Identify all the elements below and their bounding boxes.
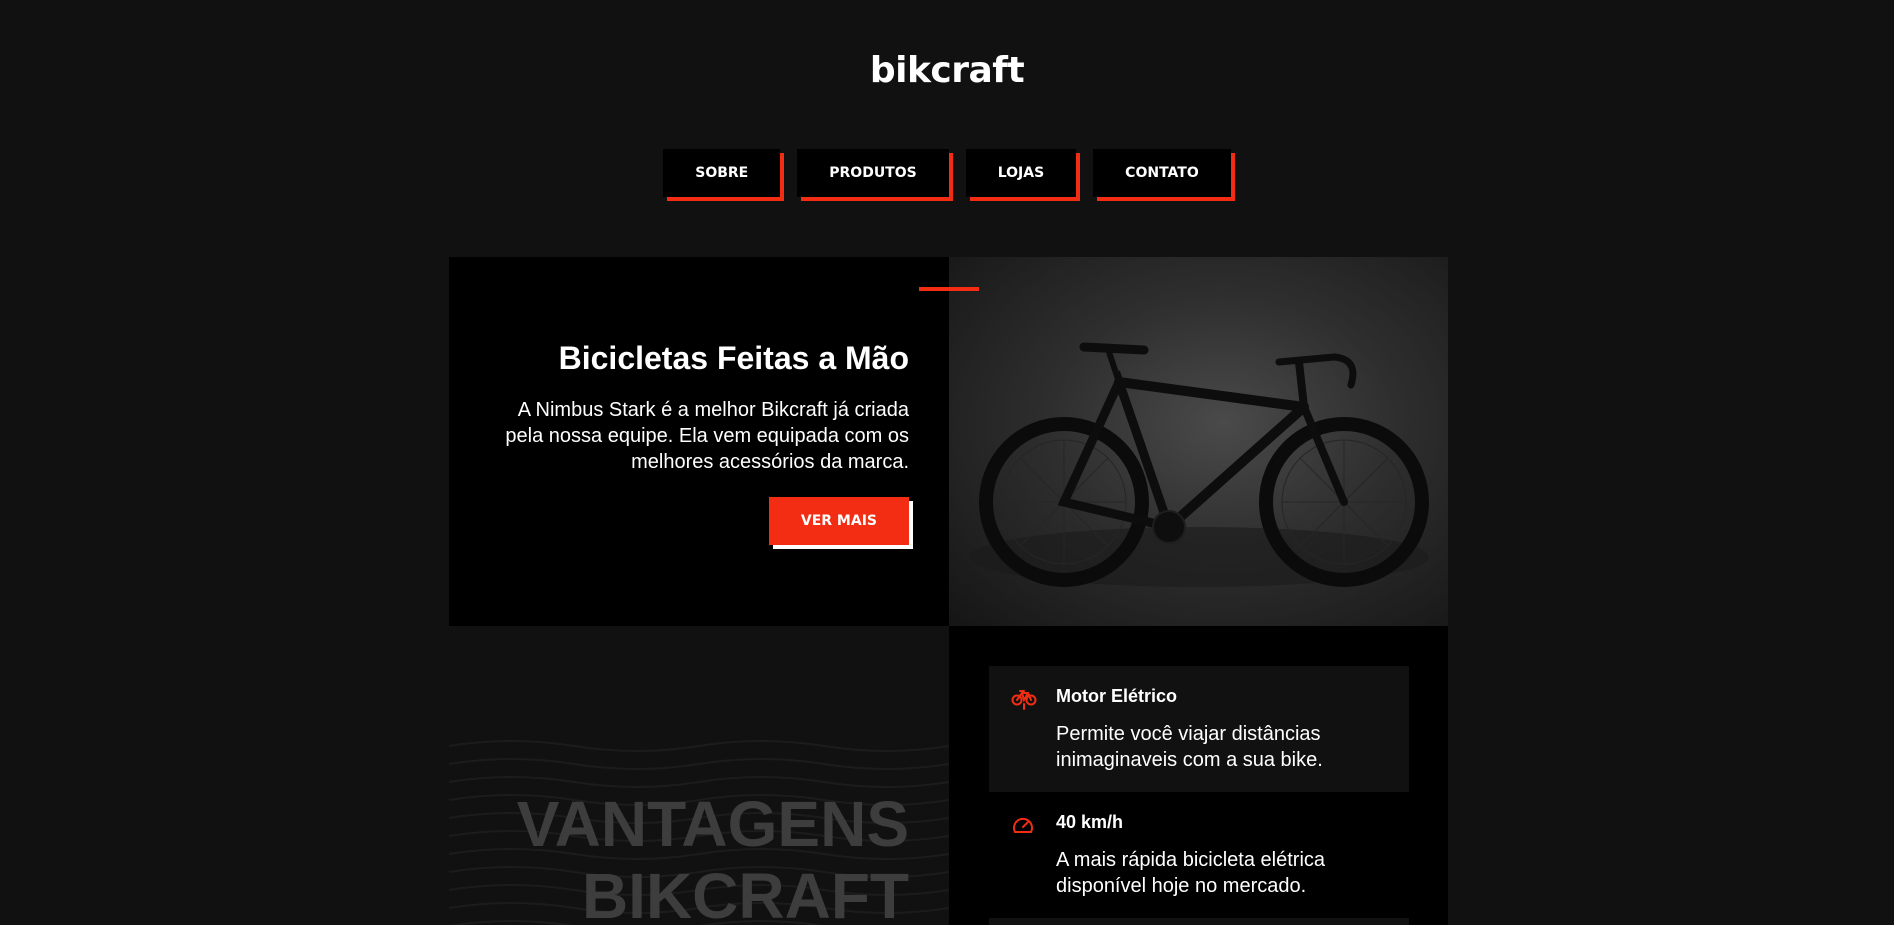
- advantages-title-line2: BIKCRAFT: [581, 860, 909, 925]
- advantage-description: Permite você viajar distâncias inimagina…: [1056, 723, 1323, 771]
- advantages-list: Motor Elétrico Permite você viajar distâ…: [949, 626, 1448, 925]
- bicycle-illustration: [969, 342, 1429, 587]
- hero-accent-line: [919, 287, 979, 291]
- bicycle-photo: [949, 257, 1448, 626]
- advantages-heading-panel: VANTAGENS BIKCRAFT: [449, 626, 949, 925]
- hero-text-panel: Bicicletas Feitas a Mão A Nimbus Stark é…: [449, 257, 979, 626]
- hero-title: Bicicletas Feitas a Mão: [558, 340, 909, 376]
- main-nav: SOBRE PRODUTOS LOJAS CONTATO: [0, 149, 1894, 197]
- site-logo[interactable]: bikcraft: [0, 50, 1894, 91]
- advantage-item-motor: Motor Elétrico Permite você viajar distâ…: [989, 666, 1409, 792]
- electric-bike-icon: [1011, 688, 1037, 715]
- hero-description: A Nimbus Stark é a melhor Bikcraft já cr…: [505, 399, 909, 473]
- advantage-description: A mais rápida bicicleta elétrica disponí…: [1056, 849, 1326, 897]
- advantage-title: Motor Elétrico: [1056, 686, 1178, 706]
- nav-item-produtos[interactable]: PRODUTOS: [797, 149, 949, 197]
- nav-item-sobre[interactable]: SOBRE: [663, 149, 781, 197]
- speedometer-icon: [1011, 814, 1035, 841]
- nav-item-lojas[interactable]: LOJAS: [965, 149, 1077, 197]
- advantage-item-next-edge: [989, 918, 1409, 925]
- advantage-title: 40 km/h: [1056, 812, 1124, 832]
- advantages-title-line1: VANTAGENS: [516, 788, 909, 860]
- nav-item-contato[interactable]: CONTATO: [1093, 149, 1231, 197]
- ver-mais-button[interactable]: VER MAIS: [768, 497, 909, 545]
- hero-section: Bicicletas Feitas a Mão A Nimbus Stark é…: [449, 257, 1448, 626]
- advantage-item-speed: 40 km/h A mais rápida bicicleta elétrica…: [989, 792, 1409, 918]
- advantages-title: VANTAGENS BIKCRAFT: [517, 788, 909, 925]
